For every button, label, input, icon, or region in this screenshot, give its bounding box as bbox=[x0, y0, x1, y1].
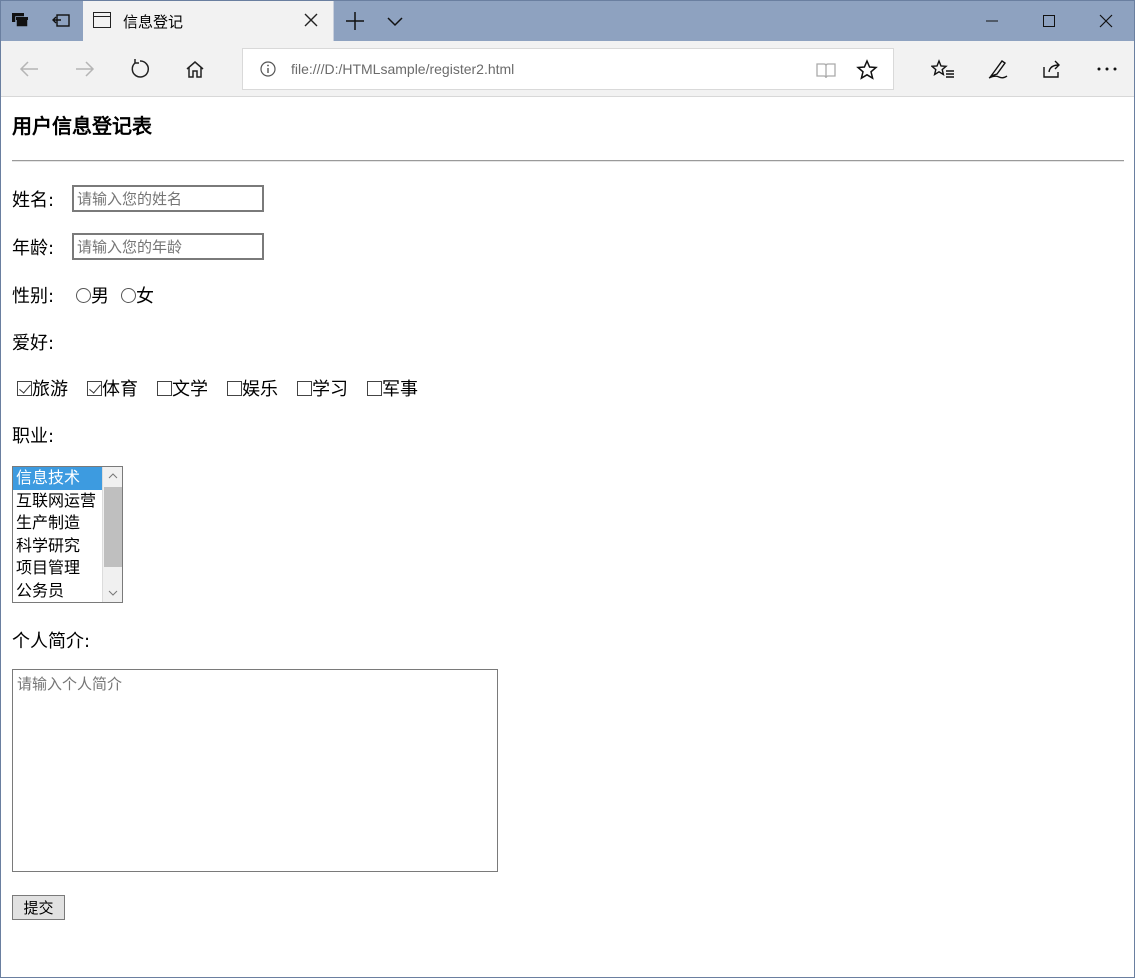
job-option[interactable]: 互联网运营 bbox=[13, 490, 103, 513]
hobby-option-literature[interactable]: 文学 bbox=[157, 375, 208, 401]
checkbox-military[interactable] bbox=[367, 381, 382, 396]
job-option[interactable]: 科学研究 bbox=[13, 535, 103, 558]
radio-male[interactable] bbox=[76, 288, 91, 303]
close-window-icon[interactable] bbox=[1078, 1, 1134, 41]
info-icon[interactable] bbox=[259, 60, 277, 78]
tab-preview-icon[interactable] bbox=[49, 9, 73, 33]
hobby-option-sports[interactable]: 体育 bbox=[87, 375, 138, 401]
job-option[interactable]: 信息技术 bbox=[13, 467, 103, 490]
pen-icon[interactable] bbox=[984, 55, 1012, 83]
checkbox-study[interactable] bbox=[297, 381, 312, 396]
new-tab-icon[interactable] bbox=[343, 9, 367, 33]
home-icon[interactable] bbox=[181, 55, 209, 83]
bio-label: 个人简介: bbox=[12, 631, 91, 652]
checkbox-sports[interactable] bbox=[87, 381, 102, 396]
hobby-study-label: 学习 bbox=[312, 379, 348, 400]
job-listbox[interactable]: 信息技术 互联网运营 生产制造 科学研究 项目管理 公务员 bbox=[12, 466, 123, 603]
checkbox-literature[interactable] bbox=[157, 381, 172, 396]
tab-close-icon[interactable] bbox=[299, 7, 323, 33]
job-option[interactable]: 公务员 bbox=[13, 580, 103, 602]
gender-option-female[interactable]: 女 bbox=[121, 282, 154, 308]
age-input[interactable] bbox=[72, 233, 264, 260]
checkbox-travel[interactable] bbox=[17, 381, 32, 396]
page-icon bbox=[93, 12, 111, 28]
hobby-entertainment-label: 娱乐 bbox=[242, 379, 278, 400]
tab-set-aside-icon[interactable] bbox=[9, 9, 33, 33]
radio-female[interactable] bbox=[121, 288, 136, 303]
scroll-thumb[interactable] bbox=[104, 487, 122, 567]
gender-option-male[interactable]: 男 bbox=[76, 282, 109, 308]
hobby-sports-label: 体育 bbox=[102, 379, 138, 400]
favorites-list-icon[interactable] bbox=[929, 55, 957, 83]
gender-female-label: 女 bbox=[136, 286, 154, 307]
navigation-bar: file:///D:/HTMLsample/register2.html bbox=[1, 41, 1134, 97]
hobby-option-travel[interactable]: 旅游 bbox=[17, 375, 68, 401]
gender-male-label: 男 bbox=[91, 286, 109, 307]
more-icon[interactable] bbox=[1093, 55, 1121, 83]
active-tab[interactable]: 信息登记 bbox=[83, 1, 334, 41]
checkbox-entertainment[interactable] bbox=[227, 381, 242, 396]
job-label: 职业: bbox=[12, 426, 55, 447]
bio-textarea[interactable] bbox=[12, 669, 498, 872]
page-title: 用户信息登记表 bbox=[12, 114, 152, 138]
share-icon[interactable] bbox=[1038, 55, 1066, 83]
divider bbox=[12, 160, 1124, 162]
refresh-icon[interactable] bbox=[126, 55, 154, 83]
job-option[interactable]: 项目管理 bbox=[13, 557, 103, 580]
hobby-label: 爱好: bbox=[12, 333, 55, 354]
hobby-option-military[interactable]: 军事 bbox=[367, 375, 418, 401]
reading-view-icon[interactable] bbox=[815, 59, 837, 81]
url-text[interactable]: file:///D:/HTMLsample/register2.html bbox=[291, 61, 514, 77]
hobby-option-study[interactable]: 学习 bbox=[297, 375, 348, 401]
name-input[interactable] bbox=[72, 185, 264, 212]
scroll-down-icon[interactable] bbox=[103, 584, 122, 602]
browser-window: 信息登记 file:///D:/HTMLsample/register2.htm… bbox=[0, 0, 1135, 978]
scroll-up-icon[interactable] bbox=[103, 467, 122, 485]
hobby-literature-label: 文学 bbox=[172, 379, 208, 400]
chevron-down-icon[interactable] bbox=[383, 9, 407, 33]
hobby-military-label: 军事 bbox=[382, 379, 418, 400]
hobby-option-entertainment[interactable]: 娱乐 bbox=[227, 375, 278, 401]
address-bar[interactable]: file:///D:/HTMLsample/register2.html bbox=[242, 48, 894, 90]
hobby-travel-label: 旅游 bbox=[32, 379, 68, 400]
job-option[interactable]: 生产制造 bbox=[13, 512, 103, 535]
gender-label: 性别: bbox=[12, 286, 55, 307]
back-icon[interactable] bbox=[15, 55, 43, 83]
tab-title: 信息登记 bbox=[123, 13, 184, 31]
favorite-star-icon[interactable] bbox=[855, 58, 879, 82]
name-label: 姓名: bbox=[12, 190, 55, 211]
title-bar: 信息登记 bbox=[1, 1, 1134, 41]
submit-button[interactable]: 提交 bbox=[12, 895, 65, 920]
page-content: 用户信息登记表 姓名: 年龄: 性别: 男 女 爱好: 旅游 体育 文学 娱乐 … bbox=[1, 98, 1134, 978]
minimize-icon[interactable] bbox=[964, 1, 1020, 41]
forward-icon[interactable] bbox=[71, 55, 99, 83]
maximize-icon[interactable] bbox=[1021, 1, 1077, 41]
listbox-scrollbar[interactable] bbox=[102, 467, 122, 602]
age-label: 年龄: bbox=[12, 238, 55, 259]
